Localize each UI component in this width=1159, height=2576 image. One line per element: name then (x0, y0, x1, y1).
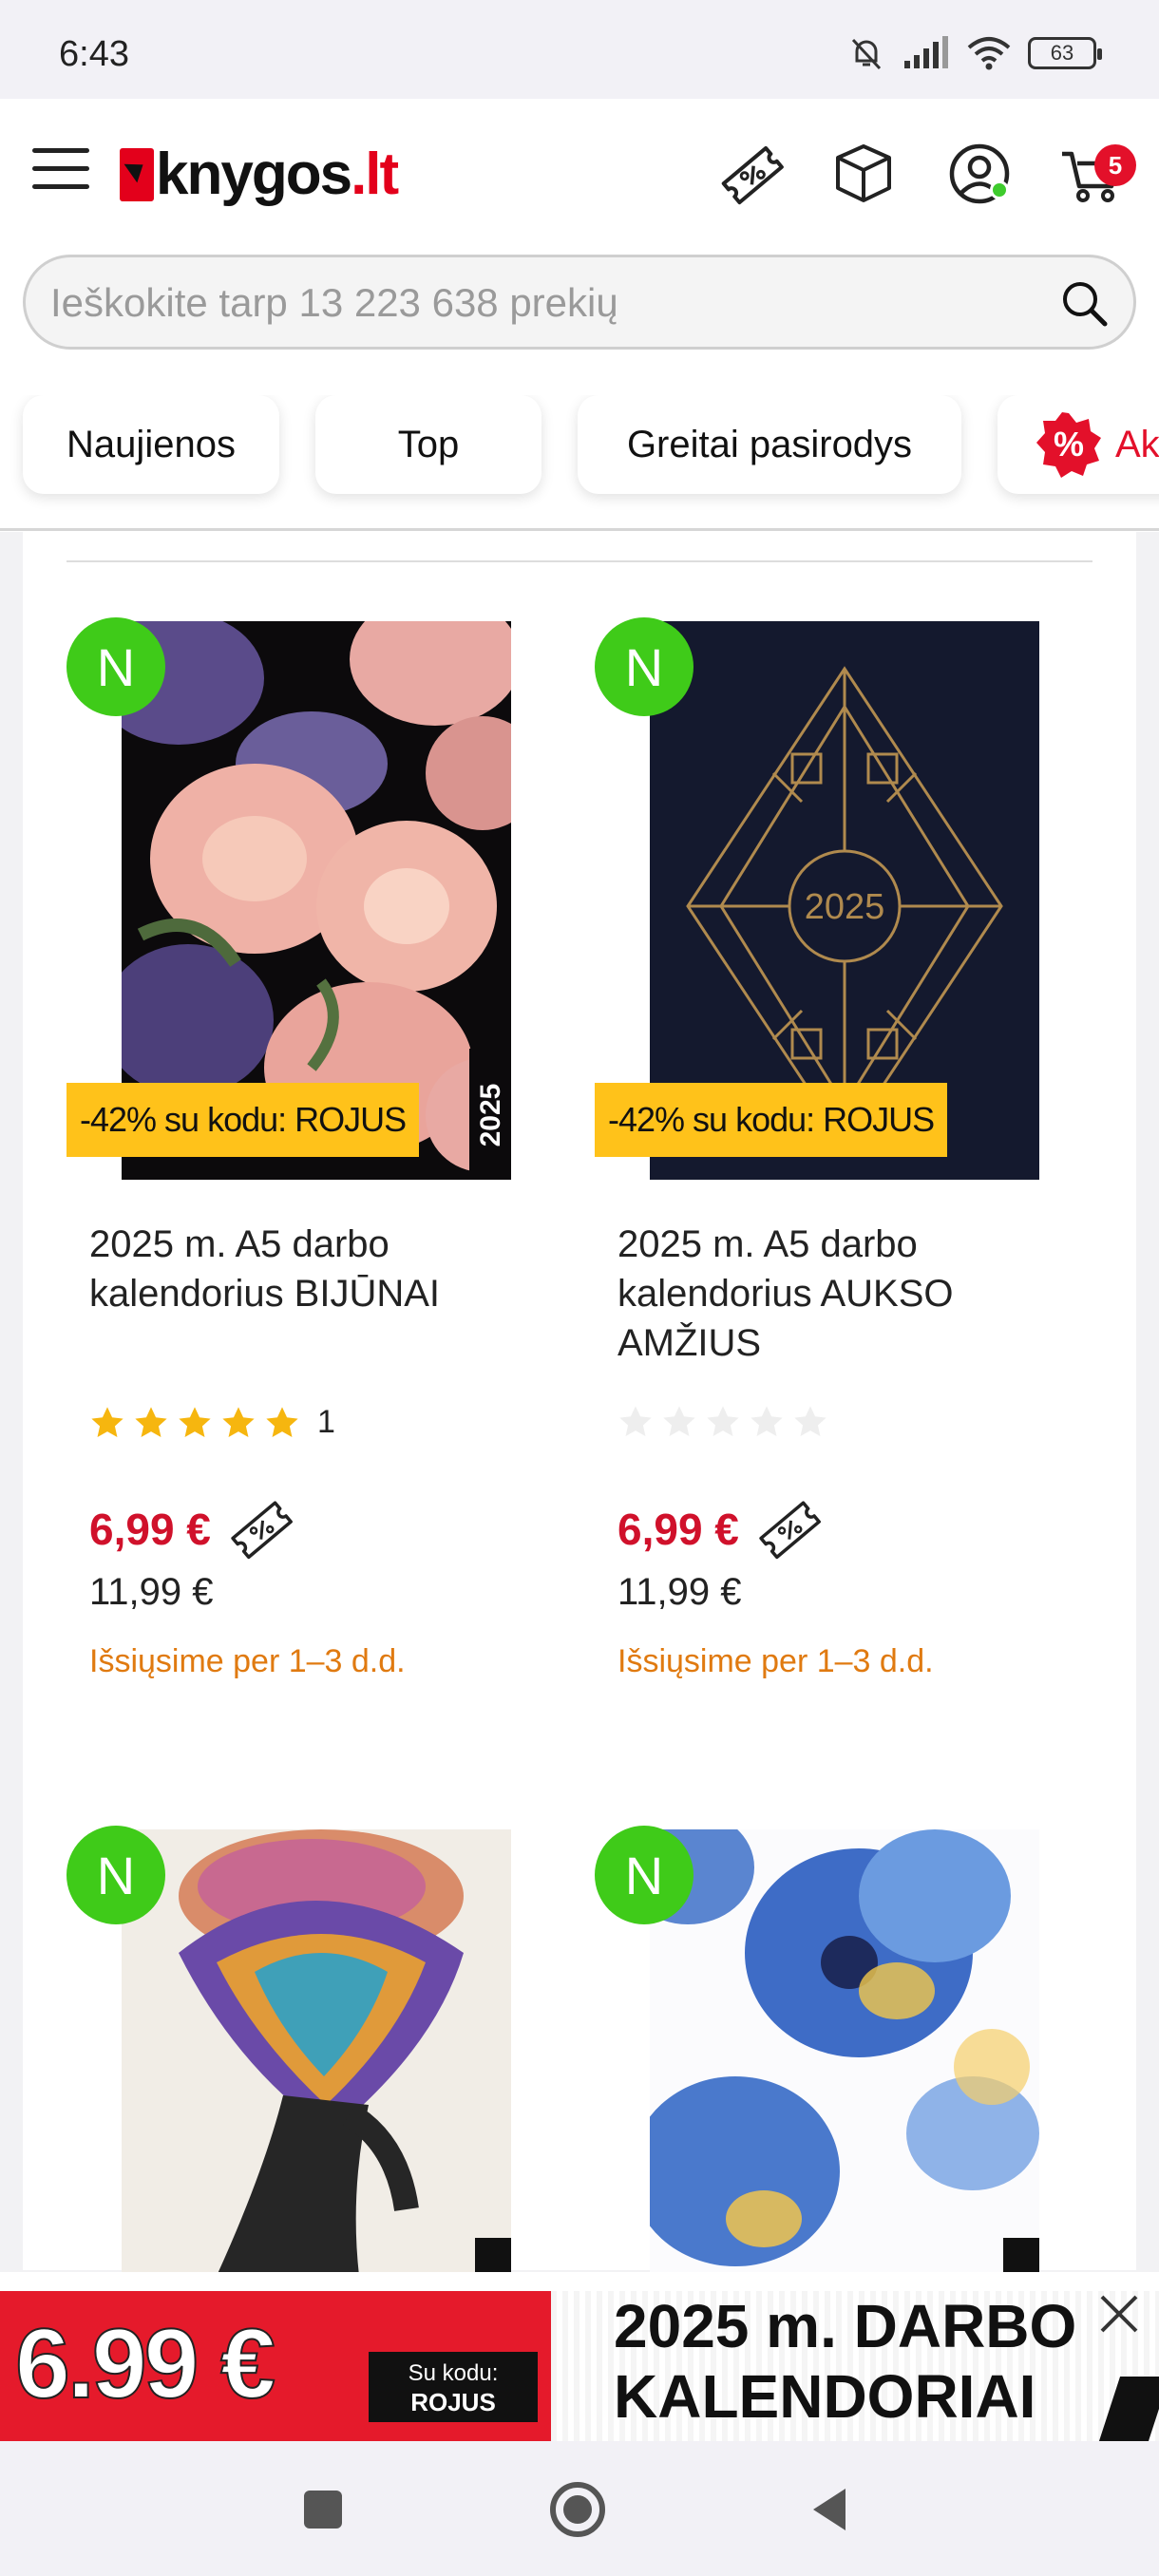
svg-text:%: % (1054, 425, 1084, 464)
banner-code: ROJUS (410, 2388, 496, 2416)
star-empty-icon (663, 1406, 695, 1437)
online-status-dot (990, 180, 1009, 199)
battery-indicator: 63 (1028, 37, 1102, 69)
status-icons: 63 (847, 34, 1102, 72)
percent-badge-icon: % (1036, 412, 1101, 478)
new-badge: N (66, 617, 165, 716)
banner-code-label: Su kodu: (408, 2360, 499, 2386)
search-icon[interactable] (1057, 276, 1112, 331)
cart-count-badge: 5 (1094, 144, 1136, 186)
divider (0, 528, 1159, 531)
product-price: 6,99 € (89, 1499, 294, 1560)
banner-title: 2025 m. DARBO KALENDORIAI (614, 2291, 1076, 2432)
chip-akcijos[interactable]: % Ak (998, 395, 1159, 494)
star-empty-icon (707, 1406, 739, 1437)
chip-label: Greitai pasirodys (626, 423, 913, 465)
product-title[interactable]: 2025 m. A5 darbo kalendorius BIJŪNAI (89, 1220, 526, 1318)
system-nav-bar (0, 2441, 1159, 2576)
chip-greitai-pasirodys[interactable]: Greitai pasirodys (578, 395, 961, 494)
search-bar (23, 255, 1136, 350)
star-icon (222, 1406, 255, 1437)
product-grid: N 2025 -42% su kodu: ROJUS 2025 m. A5 da… (23, 532, 1136, 2276)
star-empty-icon (750, 1406, 783, 1437)
chip-top[interactable]: Top (315, 395, 542, 494)
star-icon (266, 1406, 298, 1437)
product-cover-image[interactable] (650, 1829, 1039, 2276)
cover-year-text: 2025 (805, 887, 885, 927)
shipping-info: Išsiųsime per 1–3 d.d. (618, 1643, 934, 1679)
star-icon (179, 1406, 211, 1437)
logo-mark-icon (120, 147, 154, 201)
price-value: 6,99 € (89, 1505, 211, 1554)
new-badge: N (66, 1826, 165, 1924)
promo-label: -42% su kodu: ROJUS (595, 1083, 948, 1157)
box-icon[interactable] (830, 141, 897, 207)
close-icon[interactable] (1092, 2287, 1146, 2340)
divider (66, 560, 1092, 562)
promo-banner[interactable]: 6.99 € Su kodu: ROJUS 2025 m. DARBO KALE… (0, 2272, 1159, 2441)
banner-title-line2: KALENDORIAI (614, 2362, 1036, 2431)
star-icon (135, 1406, 167, 1437)
banner-price: 6.99 € (14, 2308, 276, 2420)
old-price: 11,99 € (89, 1571, 214, 1613)
signal-icon (904, 36, 948, 68)
logo-text: knygos (156, 142, 352, 207)
new-badge: N (595, 617, 694, 716)
status-bar: 6:43 63 (0, 0, 1159, 99)
promo-label: -42% su kodu: ROJUS (66, 1083, 420, 1157)
mute-bell-icon (851, 38, 882, 70)
rating-count: 1 (317, 1404, 335, 1440)
chip-label: Top (397, 423, 460, 465)
coupon-icon (759, 1501, 821, 1560)
price-value: 6,99 € (618, 1505, 739, 1554)
chip-label: Ak (1115, 423, 1159, 465)
menu-icon[interactable] (32, 148, 89, 196)
site-logo[interactable]: knygos .lt (120, 141, 399, 208)
home-icon[interactable] (547, 2479, 608, 2540)
banner-code-box: Su kodu: ROJUS (369, 2352, 538, 2422)
back-icon[interactable] (800, 2479, 861, 2540)
logo-tld: .lt (351, 142, 399, 207)
chip-label: Naujienos (66, 423, 236, 465)
rating-stars: 1 (89, 1404, 335, 1441)
category-chips: Naujienos Top Greitai pasirodys % Ak (0, 395, 1159, 532)
status-time: 6:43 (59, 34, 129, 74)
star-empty-icon (794, 1406, 826, 1437)
shipping-info: Išsiųsime per 1–3 d.d. (89, 1643, 406, 1679)
old-price: 11,99 € (618, 1571, 742, 1613)
recent-apps-icon[interactable] (293, 2479, 353, 2540)
new-badge: N (595, 1826, 694, 1924)
product-price: 6,99 € (618, 1499, 823, 1560)
site-header: knygos .lt 5 (0, 99, 1159, 395)
product-title[interactable]: 2025 m. A5 darbo kalendorius AUKSO AMŽIU… (618, 1220, 1054, 1368)
banner-title-line1: 2025 m. DARBO (614, 2292, 1077, 2360)
star-icon (91, 1406, 124, 1437)
coupon-icon[interactable] (718, 141, 785, 207)
wifi-icon (967, 37, 1011, 70)
product-cover-image[interactable] (122, 1829, 511, 2276)
rating-stars (618, 1404, 828, 1440)
star-empty-icon (619, 1406, 652, 1437)
chip-naujienos[interactable]: Naujienos (23, 395, 279, 494)
coupon-icon (231, 1501, 293, 1560)
cover-year-text: 2025 (475, 1084, 506, 1147)
search-input[interactable] (50, 276, 1000, 330)
